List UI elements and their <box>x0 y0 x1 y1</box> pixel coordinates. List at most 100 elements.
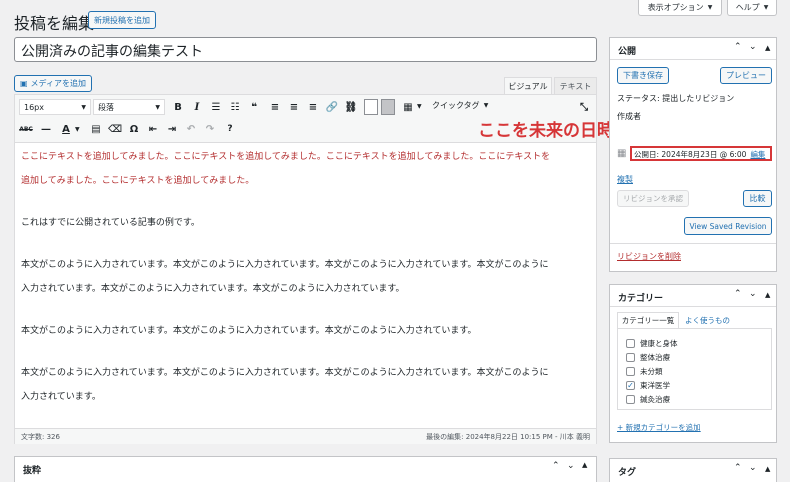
paste-text-icon[interactable]: ▤ <box>89 122 103 136</box>
redo-icon[interactable]: ↷ <box>203 122 217 136</box>
caret-down-icon: ▼ <box>707 4 713 11</box>
page-title: 投稿を編集 <box>14 14 95 33</box>
add-new-category-link[interactable]: + 新規カテゴリーを追加 <box>617 422 701 433</box>
align-center-icon[interactable]: ≡ <box>287 100 301 114</box>
align-right-icon[interactable]: ≡ <box>306 100 320 114</box>
post-title-text: 公開済みの記事の編集テスト <box>21 44 203 60</box>
screen-options-button[interactable]: 表示オプション ▼ <box>638 0 722 16</box>
bullet-list-icon[interactable]: ☰ <box>209 100 223 114</box>
category-checkbox-checked[interactable]: ✓ <box>626 381 635 390</box>
screen-options-label: 表示オプション <box>647 3 704 12</box>
red-added-text-line1: ここにテキストを追加してみました。ここにテキストを追加してみました。ここにテキス… <box>21 152 551 162</box>
paragraph-4-line2: 入力されています。 <box>21 392 101 402</box>
outdent-icon[interactable]: ⇤ <box>146 122 160 136</box>
move-up-icon[interactable]: ⌃ <box>734 42 742 52</box>
align-left-icon[interactable]: ≡ <box>268 100 282 114</box>
checkmark-icon: ✓ <box>627 380 634 390</box>
tab-popular-categories[interactable]: よく使うもの <box>685 315 730 326</box>
undo-icon[interactable]: ↶ <box>184 122 198 136</box>
category-item[interactable]: 鍼灸治療 <box>626 394 670 405</box>
paragraph-value: 段落 <box>98 102 114 112</box>
author-select[interactable] <box>617 120 767 134</box>
category-list: 健康と身体 整体治療 未分類 ✓ 東洋医学 鍼灸治療 <box>617 328 772 410</box>
strikethrough-icon[interactable]: ABC <box>19 122 33 136</box>
blockquote-icon[interactable]: ❝ <box>247 100 261 114</box>
caret-down-icon: ▼ <box>763 4 769 11</box>
unlink-icon[interactable]: ⛓ <box>344 100 358 114</box>
paragraph-3: 本文がこのように入力されています。本文がこのように入力されています。本文がこのよ… <box>21 326 477 336</box>
category-checkbox[interactable] <box>626 353 635 362</box>
add-media-button[interactable]: ▣ メディアを追加 <box>14 75 92 92</box>
link-icon[interactable]: 🔗 <box>325 100 339 114</box>
editor-status-bar: 文字数: 326 最後の編集: 2024年8月22日 10:15 PM - 川本… <box>15 428 596 444</box>
category-item[interactable]: 未分類 <box>626 366 663 377</box>
move-up-icon[interactable]: ⌃ <box>734 289 742 299</box>
category-label: 未分類 <box>640 367 663 376</box>
clear-format-icon[interactable]: ⌫ <box>108 122 122 136</box>
last-edit-info: 最後の編集: 2024年8月22日 10:15 PM - 川本 義明 <box>426 432 590 441</box>
font-size-value: 16px <box>24 102 44 112</box>
view-saved-revision-button[interactable]: View Saved Revision <box>684 217 772 235</box>
indent-icon[interactable]: ⇥ <box>165 122 179 136</box>
move-down-icon[interactable]: ⌄ <box>749 42 757 52</box>
category-item[interactable]: 健康と身体 <box>626 338 678 349</box>
toggle-panel-icon[interactable]: ▲ <box>765 291 770 299</box>
fullscreen-toggle-icon[interactable] <box>381 99 395 115</box>
tab-text[interactable]: テキスト <box>554 77 597 94</box>
tab-all-categories[interactable]: カテゴリー一覧 <box>617 312 679 328</box>
paragraph-1: これはすでに公開されている記事の例です。 <box>21 218 200 228</box>
duplicate-link[interactable]: 複製 <box>617 174 633 185</box>
category-item[interactable]: ✓ 東洋医学 <box>626 380 670 391</box>
font-size-select[interactable]: 16px ▼ <box>19 99 91 115</box>
tab-visual[interactable]: ビジュアル <box>504 77 552 94</box>
tags-title: タグ <box>618 468 637 478</box>
category-checkbox[interactable] <box>626 395 635 404</box>
caret-down-icon: ▼ <box>417 103 422 110</box>
post-title-input[interactable]: 公開済みの記事の編集テスト <box>14 37 597 62</box>
add-new-post-button[interactable]: 新規投稿を追加 <box>88 11 156 29</box>
numbered-list-icon[interactable]: ☷ <box>228 100 242 114</box>
publish-box: 公開 ⌃ ⌄ ▲ 下書き保存 プレビュー ステータス: 提出したリビジョン 作成… <box>609 37 777 272</box>
text-color-icon[interactable]: A <box>59 122 73 136</box>
red-added-text-line2: 追加してみました。ここにテキストを追加してみました。 <box>21 176 255 186</box>
toggle-panel-icon[interactable]: ▲ <box>765 465 770 473</box>
preview-button[interactable]: プレビュー <box>720 67 772 84</box>
category-checkbox[interactable] <box>626 339 635 348</box>
bold-icon[interactable]: B <box>171 100 185 114</box>
compare-button[interactable]: 比較 <box>743 190 772 207</box>
category-item[interactable]: 整体治療 <box>626 352 670 363</box>
categories-title: カテゴリー <box>618 294 664 304</box>
help-button[interactable]: ヘルプ ▼ <box>727 0 777 16</box>
special-char-icon[interactable]: Ω <box>127 122 141 136</box>
expand-icon[interactable]: ⤡ <box>577 100 591 114</box>
approve-revision-button[interactable]: リビジョンを承認 <box>617 190 689 207</box>
toggle-panel-icon[interactable]: ▲ <box>765 44 770 52</box>
table-icon[interactable]: ▦ <box>401 100 415 114</box>
paragraph-4-line1: 本文がこのように入力されています。本文がこのように入力されています。本文がこのよ… <box>21 368 549 378</box>
quick-tags-select[interactable]: クイックタグ ▼ <box>432 100 488 111</box>
help-icon[interactable]: ? <box>223 122 237 136</box>
excerpt-box: 抜粋 ⌃ ⌄ ▲ <box>14 456 597 482</box>
paragraph-2-line1: 本文がこのように入力されています。本文がこのように入力されています。本文がこのよ… <box>21 260 549 270</box>
color-swatch[interactable] <box>364 99 378 115</box>
delete-revision-link[interactable]: リビジョンを削除 <box>617 251 681 262</box>
edit-date-link[interactable]: 編集 <box>750 149 765 160</box>
tab-text-label: テキスト <box>559 81 592 91</box>
save-draft-button[interactable]: 下書き保存 <box>617 67 669 84</box>
horizontal-line-icon[interactable]: — <box>39 122 53 136</box>
move-down-icon[interactable]: ⌄ <box>567 461 575 471</box>
tab-visual-label: ビジュアル <box>508 81 548 91</box>
move-down-icon[interactable]: ⌄ <box>749 463 757 473</box>
excerpt-title: 抜粋 <box>23 466 42 476</box>
italic-icon[interactable]: I <box>190 100 204 114</box>
paragraph-select[interactable]: 段落 ▼ <box>93 99 165 115</box>
editor-body[interactable]: ここにテキストを追加してみました。ここにテキストを追加してみました。ここにテキス… <box>21 151 591 404</box>
paragraph-2-line2: 入力されています。本文がこのように入力されています。本文がこのように入力されてい… <box>21 284 405 294</box>
category-checkbox[interactable] <box>626 367 635 376</box>
help-label: ヘルプ <box>735 3 760 12</box>
move-down-icon[interactable]: ⌄ <box>749 289 757 299</box>
category-label: 整体治療 <box>640 353 670 362</box>
toggle-panel-icon[interactable]: ▲ <box>582 461 587 469</box>
move-up-icon[interactable]: ⌃ <box>552 461 560 471</box>
move-up-icon[interactable]: ⌃ <box>734 463 742 473</box>
